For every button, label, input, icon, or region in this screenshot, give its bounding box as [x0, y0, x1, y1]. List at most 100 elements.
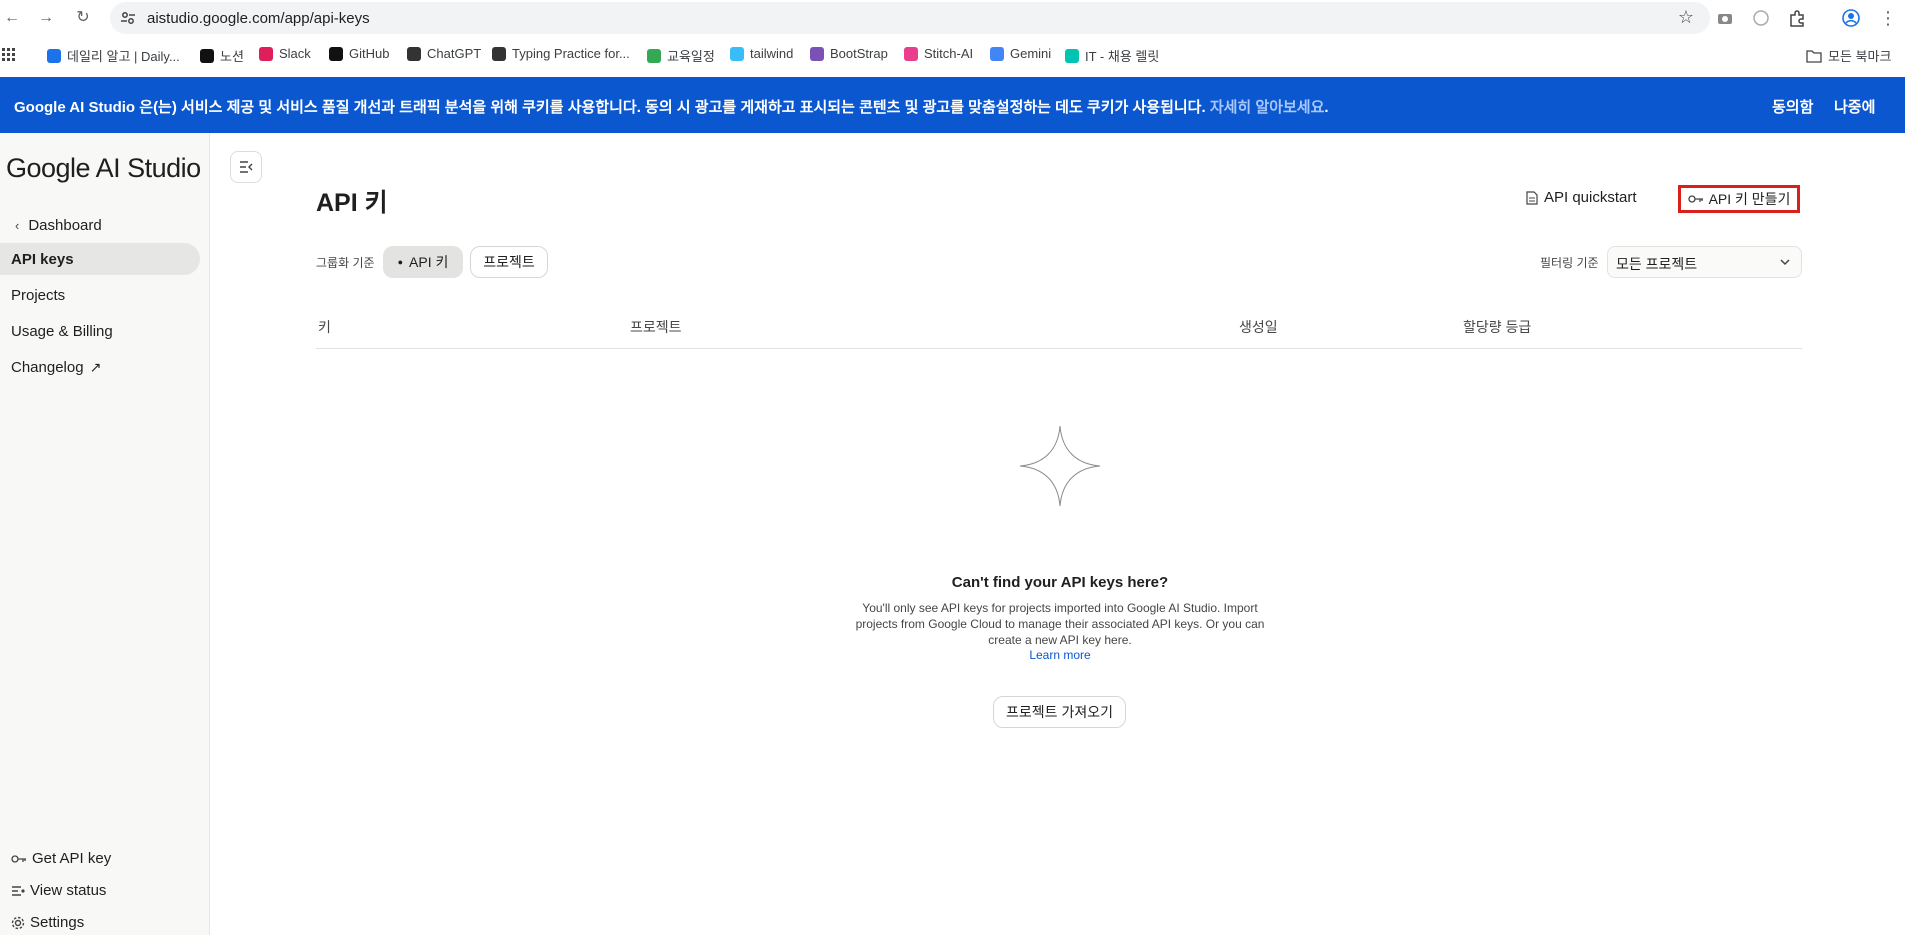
bookmark-item[interactable]: GitHub [329, 46, 389, 61]
view-status-label: View status [30, 882, 107, 899]
app-logo: Google AI Studio [6, 153, 201, 183]
bookmark-item[interactable]: 교육일정 [647, 46, 715, 65]
group-by-api-key-chip[interactable]: ● API 키 [383, 246, 463, 278]
bookmark-label: Stitch-AI [924, 46, 974, 61]
bookmark-item[interactable]: 데일리 알고 | Daily... [47, 46, 180, 65]
view-status-link[interactable]: View status [11, 882, 106, 899]
bookmark-item[interactable]: BootStrap [810, 46, 888, 61]
tailwind-icon [730, 46, 744, 61]
bookmark-item[interactable]: Typing Practice for... [492, 46, 630, 61]
rallit-icon [1065, 48, 1079, 63]
all-bookmarks-folder[interactable]: 모든 북마크 [1806, 46, 1891, 65]
empty-state-title: Can't find your API keys here? [951, 574, 1169, 591]
api-quickstart-link[interactable]: API quickstart [1526, 189, 1637, 206]
folder-icon [1806, 49, 1822, 63]
chatgpt-icon [407, 46, 421, 61]
profile-icon[interactable] [1842, 9, 1860, 27]
learn-more-label[interactable]: Learn more [1029, 648, 1090, 662]
puzzle-icon[interactable] [1788, 9, 1806, 27]
key-icon [1687, 195, 1703, 203]
menu-dots-icon[interactable]: ⋮ [1878, 8, 1898, 28]
project-filter-select[interactable]: 모든 프로젝트 [1607, 246, 1802, 278]
bookmark-item[interactable]: IT - 채용 렐릿 [1065, 46, 1159, 65]
bookmark-label: Slack [279, 46, 311, 61]
bookmark-star-icon[interactable]: ☆ [1678, 7, 1694, 28]
stitch-icon [904, 46, 918, 61]
sidebar-item-label: Changelog [11, 358, 84, 376]
bookmark-item[interactable]: Gemini [990, 46, 1051, 61]
slack-icon [259, 46, 273, 61]
bookmark-label: tailwind [750, 46, 794, 61]
create-api-key-button[interactable]: API 키 만들기 [1678, 185, 1800, 213]
import-project-label: 프로젝트 가져오기 [1006, 704, 1113, 720]
group-by-project-chip[interactable]: 프로젝트 [470, 246, 548, 278]
chip-label: API 키 [409, 254, 449, 270]
sidebar-back-dashboard[interactable]: ‹ Dashboard [0, 209, 200, 241]
site-settings-icon[interactable] [120, 10, 136, 26]
column-header-quota-tier: 할당량 등급 [1463, 319, 1532, 335]
selected-dot-icon: ● [397, 257, 404, 267]
cookie-banner-text: Google AI Studio 은(는) 서비스 제공 및 서비스 품질 개선… [14, 96, 1329, 117]
cookie-period: . [1324, 99, 1329, 116]
reload-icon[interactable]: ↻ [73, 8, 93, 28]
bookmark-item[interactable]: tailwind [730, 46, 793, 61]
settings-label: Settings [30, 914, 85, 931]
bookmark-label: 노션 [220, 49, 244, 64]
filter-by-label: 필터링 기준 [1540, 256, 1599, 270]
apps-grid-icon[interactable] [2, 48, 16, 62]
sidebar-item-label: Usage & Billing [11, 322, 113, 340]
url-text: aistudio.google.com/app/api-keys [147, 10, 370, 27]
bookmark-item[interactable]: 노션 [200, 46, 244, 65]
api-quickstart-label: API quickstart [1544, 189, 1637, 206]
sidebar-item-projects[interactable]: Projects [0, 279, 200, 311]
sidebar: Google AI Studio ‹ Dashboard API keys Pr… [0, 133, 210, 935]
status-icon [12, 885, 25, 896]
forward-icon[interactable]: → [36, 8, 56, 28]
chevron-down-icon [1780, 259, 1790, 266]
bookmark-label: Gemini [1010, 46, 1052, 61]
column-header-project: 프로젝트 [630, 319, 682, 335]
bookmark-item[interactable]: ChatGPT [407, 46, 481, 61]
learn-more-link[interactable]: Learn more [860, 648, 1260, 662]
get-api-key-link[interactable]: Get API key [11, 850, 111, 867]
project-filter-value: 모든 프로젝트 [1616, 256, 1698, 272]
bookmark-item[interactable]: Slack [259, 46, 311, 61]
settings-link[interactable]: Settings [11, 914, 84, 931]
column-header-created: 생성일 [1239, 319, 1278, 335]
bookmark-label: 데일리 알고 | Daily... [67, 49, 180, 64]
sidebar-item-usage-billing[interactable]: Usage & Billing [0, 315, 200, 347]
get-api-key-label: Get API key [32, 850, 112, 867]
collapse-sidebar-button[interactable] [230, 151, 262, 183]
address-bar[interactable]: aistudio.google.com/app/api-keys ☆ [110, 2, 1710, 34]
camera-icon[interactable] [1716, 9, 1734, 27]
daily-algo-icon [47, 48, 61, 63]
all-bookmarks-label: 모든 북마크 [1828, 49, 1892, 64]
cookie-learn-more-link[interactable]: 자세히 알아보세요 [1210, 99, 1325, 116]
sprout-icon [647, 48, 661, 63]
create-api-key-label: API 키 만들기 [1708, 191, 1791, 207]
sparkle-icon [1019, 425, 1101, 507]
external-link-icon: ↗ [89, 358, 102, 375]
table-header-divider [316, 348, 1802, 349]
key-icon [11, 854, 26, 863]
cookie-banner: Google AI Studio 은(는) 서비스 제공 및 서비스 품질 개선… [0, 77, 1905, 133]
sidebar-item-changelog[interactable]: Changelog ↗ [0, 351, 200, 383]
sidebar-item-api-keys[interactable]: API keys [0, 243, 200, 275]
bookmark-label: BootStrap [830, 46, 888, 61]
bootstrap-icon [810, 46, 824, 61]
sidebar-item-label: Projects [11, 286, 66, 304]
extension-icon[interactable] [1752, 9, 1770, 27]
collapse-sidebar-icon [240, 161, 253, 173]
bookmark-item[interactable]: Stitch-AI [904, 46, 973, 61]
chip-label: 프로젝트 [483, 254, 535, 270]
bookmark-label: Typing Practice for... [512, 46, 630, 61]
back-icon[interactable]: ← [2, 8, 22, 28]
cookie-message: Google AI Studio 은(는) 서비스 제공 및 서비스 품질 개선… [14, 99, 1206, 116]
chevron-left-icon: ‹ [15, 217, 20, 233]
browser-toolbar: ← → ↻ aistudio.google.com/app/api-keys ☆… [0, 0, 1905, 37]
document-icon [1526, 190, 1538, 205]
accept-cookies-button[interactable]: 동의함 [1772, 96, 1813, 117]
sidebar-back-label: Dashboard [28, 216, 102, 234]
import-project-button[interactable]: 프로젝트 가져오기 [993, 696, 1126, 728]
later-button[interactable]: 나중에 [1834, 96, 1875, 117]
